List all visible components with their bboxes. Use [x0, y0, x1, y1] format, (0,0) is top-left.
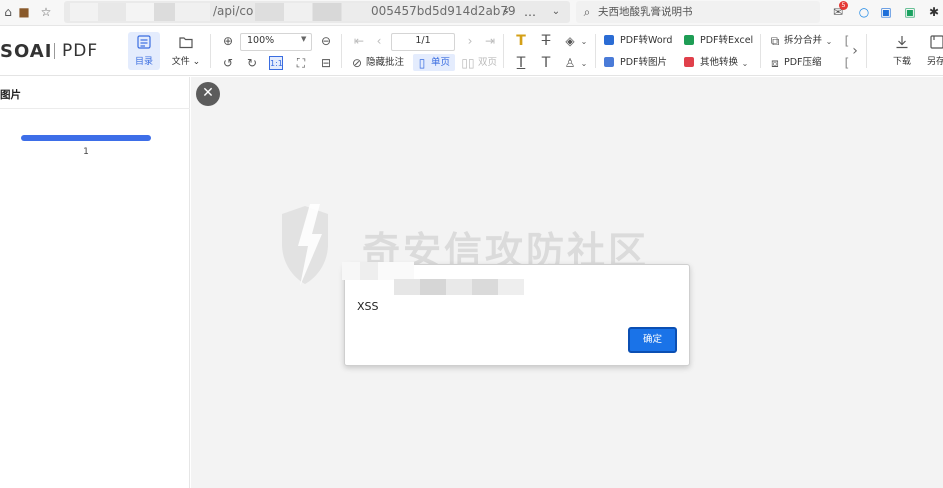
download-label: 下载 [892, 57, 911, 67]
single-page-icon: ▯ [418, 56, 426, 70]
pdf-to-word-button[interactable]: PDF转Word [620, 34, 672, 48]
folder-icon [179, 37, 193, 49]
double-page-icon: ▯▯ [461, 56, 475, 70]
extension-icon[interactable]: ▣ [878, 4, 894, 20]
app-toolbar: SOAI PDF 目录 文件 ⌄ ⊕ 100% ▼ ⊖ ↺ ↻ 1:1 ⛶ ⊟ … [0, 26, 943, 76]
zoom-value: 100% [247, 35, 275, 46]
file-menu-button[interactable]: 文件 ⌄ [168, 32, 204, 70]
prev-page-icon[interactable]: ‹ [372, 34, 386, 48]
excel-icon [684, 35, 694, 45]
ring-icon[interactable]: ○ [856, 4, 872, 20]
caret-down-icon: ▼ [301, 35, 307, 43]
url-prefix: /api/co [213, 4, 254, 18]
hide-annotations-icon: ⊘ [351, 56, 363, 70]
chevron-down-icon[interactable]: ⌄ [548, 4, 564, 20]
chevron-down-icon: ⌄ [741, 59, 749, 68]
divider [595, 34, 596, 68]
convert-icon [684, 57, 694, 67]
divider [210, 34, 211, 68]
chevron-down-icon: ⌄ [825, 37, 833, 46]
divider [760, 34, 761, 68]
ok-button[interactable]: 确定 [628, 327, 677, 353]
logo-divider [54, 43, 55, 59]
notification-badge: 5 [839, 1, 848, 10]
puzzle-icon[interactable]: ✱ [926, 4, 942, 20]
briefcase-icon[interactable]: ■ [16, 4, 32, 20]
text-highlight-icon[interactable]: T [514, 34, 528, 48]
single-page-label: 单页 [431, 57, 451, 68]
download-icon [896, 36, 908, 49]
compress-icon: ⧈ [771, 56, 779, 70]
page-value: 1/1 [415, 35, 431, 46]
divider [866, 34, 867, 68]
star-list-icon[interactable]: ☆ [38, 4, 54, 20]
close-button[interactable]: ✕ [196, 82, 220, 106]
redacted-dialog-title [342, 262, 414, 280]
pdf-compress-button[interactable]: PDF压缩 [784, 56, 822, 70]
other-convert-button[interactable]: 其他转换 [700, 56, 738, 70]
thumbnail-page-number: 1 [83, 147, 89, 157]
fit-width-icon[interactable]: ⊟ [319, 56, 333, 70]
redacted-url-part [255, 3, 370, 21]
browser-bar: ⌂ ■ ☆ /api/co 005457bd5d914d2ab79 ⚡ … ⌄ … [0, 0, 943, 26]
divider [0, 108, 190, 109]
next-page-icon[interactable]: › [463, 34, 477, 48]
sidebar-title: 图片 [0, 89, 21, 101]
divider [341, 34, 342, 68]
search-text: 夫西地酸乳膏说明书 [598, 6, 693, 18]
text-strikethrough-icon[interactable]: T [539, 34, 553, 48]
chevron-down-icon[interactable]: ⌄ [577, 57, 591, 71]
home-icon[interactable]: ⌂ [0, 4, 16, 20]
file-label: 文件 [171, 57, 190, 67]
divider [503, 34, 504, 68]
chevron-right-icon[interactable]: › [848, 44, 862, 58]
split-merge-button[interactable]: 拆分合并 [784, 34, 822, 48]
actual-size-icon[interactable]: 1:1 [269, 56, 283, 70]
redacted-url-part [70, 3, 210, 21]
close-icon: ✕ [202, 85, 214, 101]
lightning-icon[interactable]: ⚡ [498, 4, 514, 20]
first-page-icon[interactable]: ⇤ [352, 34, 366, 48]
app-logo: SOAI [0, 41, 53, 62]
redacted-dialog-title [394, 279, 524, 295]
chevron-down-icon[interactable]: ⌄ [577, 35, 591, 49]
fill-color-icon[interactable]: ◈ [563, 34, 577, 48]
save-as-label: 另存 [927, 57, 943, 67]
save-icon [930, 35, 943, 49]
outline-button[interactable]: 目录 [128, 32, 160, 70]
hide-annotations-button[interactable]: 隐藏批注 [366, 56, 404, 70]
page-thumbnail[interactable] [21, 135, 151, 141]
pdf-to-excel-button[interactable]: PDF转Excel [700, 34, 753, 48]
url-suffix: 005457bd5d914d2ab79 [371, 4, 516, 18]
app-logo-sub: PDF [62, 41, 99, 61]
text-underline-icon[interactable]: T [514, 56, 528, 70]
text-box-icon[interactable]: T [539, 56, 553, 70]
image-icon [604, 57, 614, 67]
word-icon [604, 35, 614, 45]
watermark-logo-icon [282, 204, 328, 286]
download-button[interactable]: 下载 [886, 32, 918, 70]
search-icon: ⌕ [583, 5, 591, 19]
pdf-to-image-button[interactable]: PDF转图片 [620, 56, 667, 70]
rotate-right-icon[interactable]: ↻ [245, 56, 259, 70]
thumbnail-sidebar: 图片 1 [0, 77, 190, 488]
zoom-in-icon[interactable]: ⊕ [221, 34, 235, 48]
double-page-button[interactable]: 双页 [478, 56, 497, 70]
outline-icon [137, 35, 151, 49]
extension-green-icon[interactable]: ▣ [902, 4, 918, 20]
last-page-icon[interactable]: ⇥ [483, 34, 497, 48]
more-icon[interactable]: … [522, 4, 538, 20]
alert-message: XSS [357, 300, 379, 313]
zoom-out-icon[interactable]: ⊖ [319, 34, 333, 48]
rotate-left-icon[interactable]: ↺ [221, 56, 235, 70]
split-merge-icon: ⧉ [770, 34, 780, 48]
outline-label: 目录 [134, 57, 153, 67]
save-as-button[interactable]: 另存 [925, 32, 943, 70]
stamp-icon[interactable]: ♙ [563, 56, 577, 70]
fit-page-icon[interactable]: ⛶ [294, 56, 308, 70]
